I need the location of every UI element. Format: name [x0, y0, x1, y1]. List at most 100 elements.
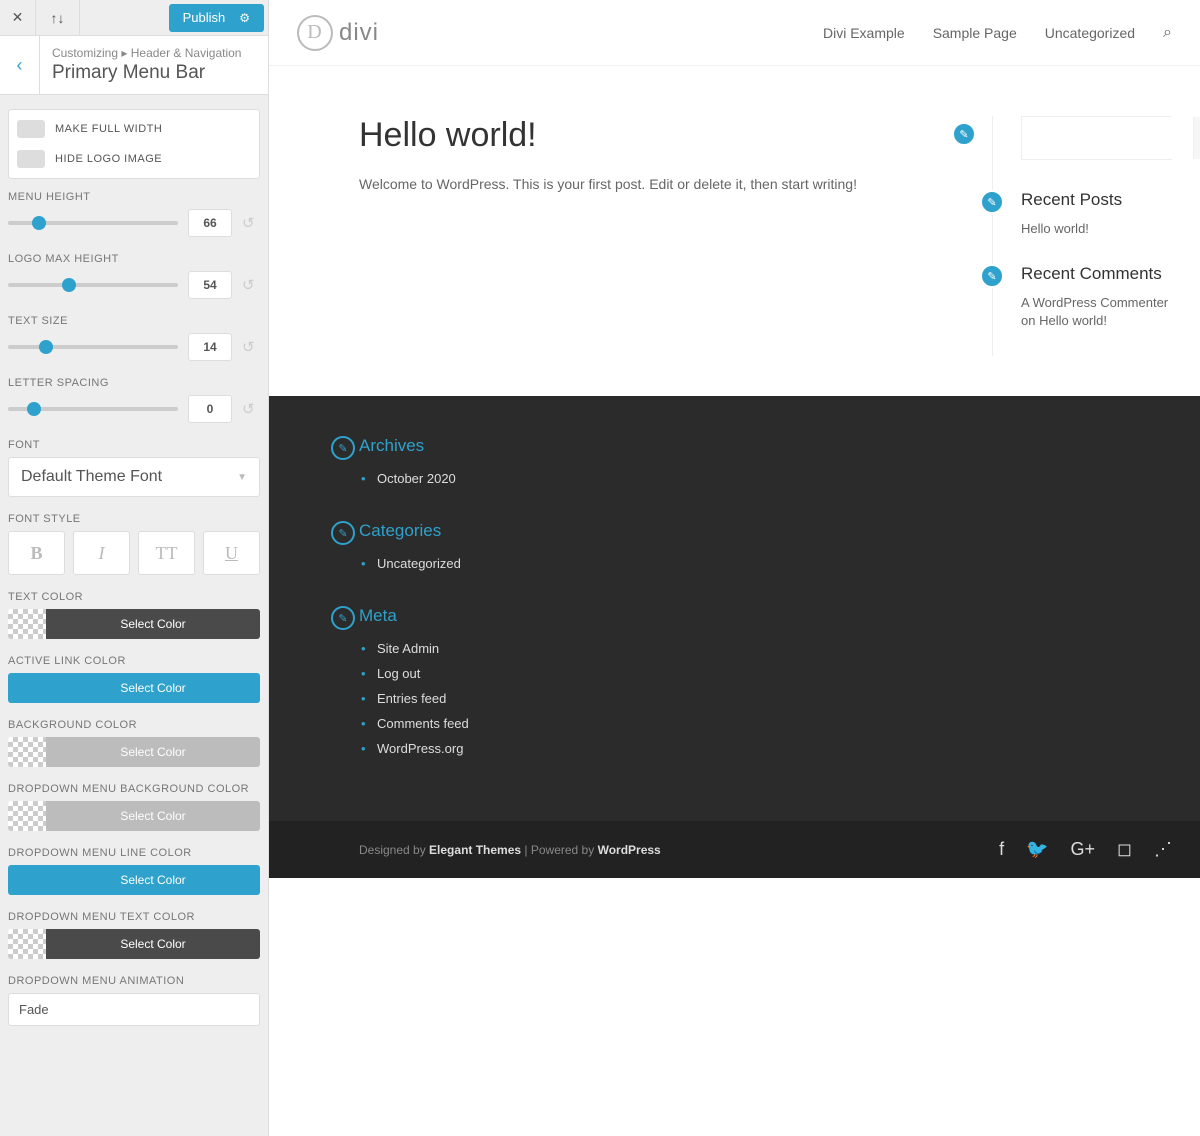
edit-icon[interactable]: ✎	[952, 122, 976, 146]
field-text-size: TEXT SIZE 14 ↺	[8, 315, 260, 361]
twitter-icon[interactable]: 🐦	[1026, 839, 1048, 860]
post-title: Hello world!	[359, 116, 962, 155]
recent-comments-widget: ✎ Recent Comments A WordPress Commenter …	[1021, 264, 1172, 330]
toggle-hide-logo[interactable]	[17, 150, 45, 168]
customizer-topbar: ✕ ↑↓ Publish ⚙	[0, 0, 268, 36]
slider-logo-max[interactable]	[8, 283, 178, 287]
google-plus-icon[interactable]: G+	[1071, 839, 1096, 860]
field-logo-max-height: LOGO MAX HEIGHT 54 ↺	[8, 253, 260, 299]
list-item[interactable]: Site Admin	[359, 636, 1172, 661]
categories-widget: ✎ Categories Uncategorized	[359, 521, 1172, 576]
dropdown-animation-select[interactable]: Fade	[8, 993, 260, 1026]
edit-icon[interactable]: ✎	[980, 190, 1004, 214]
color-picker-active-link[interactable]: Select Color	[8, 673, 260, 703]
font-select[interactable]: Default Theme Font▼	[8, 457, 260, 497]
comment-post-link[interactable]: Hello world!	[1039, 313, 1107, 328]
search-icon[interactable]: ⌕	[1163, 24, 1172, 42]
edit-icon[interactable]: ✎	[331, 606, 355, 630]
nav-link[interactable]: Sample Page	[933, 25, 1017, 41]
widget-title: Archives	[359, 436, 1172, 456]
sub-footer: Designed by Elegant Themes | Powered by …	[269, 821, 1200, 878]
edit-icon[interactable]: ✎	[980, 264, 1004, 288]
field-letter-spacing: LETTER SPACING 0 ↺	[8, 377, 260, 423]
style-uppercase-button[interactable]: TT	[138, 531, 195, 575]
field-active-link-color: ACTIVE LINK COLOR Select Color	[8, 655, 260, 703]
rss-icon[interactable]: ⋰	[1154, 839, 1172, 860]
site-preview: D divi Divi Example Sample Page Uncatego…	[269, 0, 1200, 1136]
slider-letter-spacing-value[interactable]: 0	[188, 395, 232, 423]
gear-icon: ⚙	[239, 11, 250, 25]
toggle-group: MAKE FULL WIDTH HIDE LOGO IMAGE	[8, 109, 260, 179]
field-background-color: BACKGROUND COLOR Select Color	[8, 719, 260, 767]
reset-icon[interactable]: ↺	[242, 276, 260, 294]
archives-widget: ✎ Archives October 2020	[359, 436, 1172, 491]
back-button[interactable]: ‹	[0, 36, 40, 94]
slider-menu-height[interactable]	[8, 221, 178, 225]
color-picker-dropdown-text[interactable]: Select Color	[8, 929, 260, 959]
footer: ✎ Archives October 2020 ✎ Categories Unc…	[269, 396, 1200, 821]
chevron-down-icon: ▼	[237, 472, 247, 483]
slider-logo-max-value[interactable]: 54	[188, 271, 232, 299]
customizer-sidebar: ✕ ↑↓ Publish ⚙ ‹ Customizing ▸ Header & …	[0, 0, 269, 1136]
toggle-hide-logo-label: HIDE LOGO IMAGE	[55, 153, 162, 165]
sort-icon[interactable]: ↑↓	[36, 0, 80, 36]
widget-title: Recent Posts	[1021, 190, 1172, 210]
search-button[interactable]: Search	[1193, 117, 1200, 159]
field-dropdown-animation: DROPDOWN MENU ANIMATION Fade	[8, 975, 260, 1026]
color-picker-text[interactable]: Select Color	[8, 609, 260, 639]
controls-panel: MAKE FULL WIDTH HIDE LOGO IMAGE MENU HEI…	[0, 95, 268, 1136]
nav-link[interactable]: Divi Example	[823, 25, 905, 41]
sidebar-widgets: ✎ Search ✎ Recent Posts Hello world! ✎ R…	[992, 116, 1172, 356]
field-text-color: TEXT COLOR Select Color	[8, 591, 260, 639]
list-item[interactable]: Entries feed	[359, 686, 1172, 711]
main-content: Hello world! Welcome to WordPress. This …	[359, 116, 962, 356]
breadcrumb-path: Customizing ▸ Header & Navigation	[52, 46, 256, 60]
list-item[interactable]: Uncategorized	[359, 551, 1172, 576]
color-picker-background[interactable]: Select Color	[8, 737, 260, 767]
edit-icon[interactable]: ✎	[331, 521, 355, 545]
field-font-style: FONT STYLE B I TT U	[8, 513, 260, 575]
recent-post-link[interactable]: Hello world!	[1021, 221, 1089, 236]
slider-letter-spacing[interactable]	[8, 407, 178, 411]
comment-author-link[interactable]: A WordPress Commenter	[1021, 295, 1168, 310]
publish-button[interactable]: Publish ⚙	[169, 4, 264, 32]
widget-title: Categories	[359, 521, 1172, 541]
post-body: Welcome to WordPress. This is your first…	[359, 173, 962, 195]
footer-credit: Designed by Elegant Themes | Powered by …	[359, 843, 661, 857]
widget-title: Recent Comments	[1021, 264, 1172, 284]
search-input[interactable]	[1022, 117, 1193, 159]
style-italic-button[interactable]: I	[73, 531, 130, 575]
style-bold-button[interactable]: B	[8, 531, 65, 575]
logo-icon: D	[297, 15, 333, 51]
field-font: FONT Default Theme Font▼	[8, 439, 260, 497]
primary-nav: D divi Divi Example Sample Page Uncatego…	[269, 0, 1200, 66]
toggle-full-width[interactable]	[17, 120, 45, 138]
list-item[interactable]: Comments feed	[359, 711, 1172, 736]
publish-label: Publish	[183, 10, 226, 25]
nav-link[interactable]: Uncategorized	[1045, 25, 1135, 41]
site-logo[interactable]: D divi	[297, 15, 379, 51]
reset-icon[interactable]: ↺	[242, 338, 260, 356]
search-widget: Search	[1021, 116, 1172, 160]
recent-posts-widget: ✎ Recent Posts Hello world!	[1021, 190, 1172, 238]
breadcrumb: ‹ Customizing ▸ Header & Navigation Prim…	[0, 36, 268, 95]
color-picker-dropdown-line[interactable]: Select Color	[8, 865, 260, 895]
toggle-full-width-label: MAKE FULL WIDTH	[55, 123, 162, 135]
style-underline-button[interactable]: U	[203, 531, 260, 575]
instagram-icon[interactable]: ◻	[1117, 839, 1132, 860]
field-dropdown-text-color: DROPDOWN MENU TEXT COLOR Select Color	[8, 911, 260, 959]
slider-menu-height-value[interactable]: 66	[188, 209, 232, 237]
field-menu-height: MENU HEIGHT 66 ↺	[8, 191, 260, 237]
list-item[interactable]: October 2020	[359, 466, 1172, 491]
color-picker-dropdown-bg[interactable]: Select Color	[8, 801, 260, 831]
list-item[interactable]: WordPress.org	[359, 736, 1172, 761]
close-icon[interactable]: ✕	[0, 0, 36, 36]
reset-icon[interactable]: ↺	[242, 214, 260, 232]
list-item[interactable]: Log out	[359, 661, 1172, 686]
slider-text-size-value[interactable]: 14	[188, 333, 232, 361]
edit-icon[interactable]: ✎	[331, 436, 355, 460]
reset-icon[interactable]: ↺	[242, 400, 260, 418]
facebook-icon[interactable]: f	[999, 839, 1004, 860]
panel-title: Primary Menu Bar	[52, 62, 256, 84]
slider-text-size[interactable]	[8, 345, 178, 349]
